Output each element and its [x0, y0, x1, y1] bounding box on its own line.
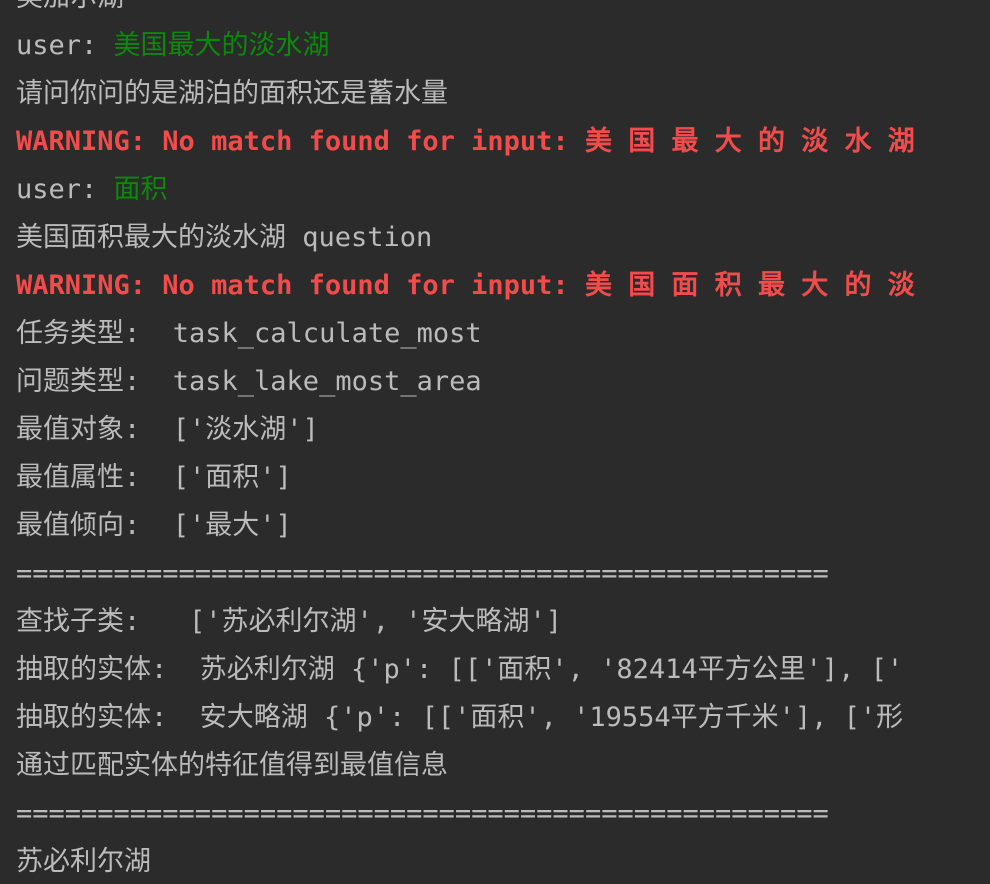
line-text: 美国面积最大的淡水湖 question — [16, 222, 433, 253]
line-text: 任务类型: task_calculate_most — [16, 318, 482, 349]
user-input-text: 面积 — [113, 174, 168, 205]
user-prompt: user: — [16, 30, 114, 61]
console-line-warning: WARNING: No match found for input: 美 国 面… — [16, 262, 990, 310]
console-line-bot-reply: 请问你问的是湖泊的面积还是蓄水量 — [16, 70, 990, 118]
console-line-most-tendency: 最值倾向: ['最大'] — [16, 502, 990, 550]
console-line-question: 美国面积最大的淡水湖 question — [16, 214, 990, 262]
console-line-entity: 抽取的实体: 安大略湖 {'p': [['面积', '19554平方千米'], … — [16, 694, 990, 742]
console-line-separator: ========================================… — [16, 550, 990, 598]
line-text: 问题类型: task_lake_most_area — [16, 366, 482, 397]
console-lines: 美加尔湖 user: 美国最大的淡水湖 请问你问的是湖泊的面积还是蓄水量 WAR… — [16, 0, 990, 884]
line-text: 最值属性: ['面积'] — [16, 462, 292, 493]
line-text: 查找子类: ['苏必利尔湖', '安大略湖'] — [16, 606, 563, 637]
line-text: 最值倾向: ['最大'] — [16, 510, 292, 541]
line-text: 最值对象: ['淡水湖'] — [16, 414, 319, 445]
console-line-separator: ========================================… — [16, 790, 990, 838]
console-line-user-input: user: 美国最大的淡水湖 — [16, 22, 990, 70]
console-line-warning: WARNING: No match found for input: 美 国 最… — [16, 118, 990, 166]
console-line-subclasses: 查找子类: ['苏必利尔湖', '安大略湖'] — [16, 598, 990, 646]
line-text: 请问你问的是湖泊的面积还是蓄水量 — [16, 78, 448, 109]
warning-text: WARNING: No match found for input: 美 国 最… — [16, 126, 915, 157]
user-input-text: 美国最大的淡水湖 — [113, 30, 330, 61]
separator-text: ========================================… — [16, 798, 829, 829]
console-line-most-object: 最值对象: ['淡水湖'] — [16, 406, 990, 454]
console-line-result: 苏必利尔湖 — [16, 838, 990, 884]
console-line-info: 通过匹配实体的特征值得到最值信息 — [16, 742, 990, 790]
result-text: 苏必利尔湖 — [16, 846, 151, 877]
console-line-partial: 美加尔湖 — [16, 0, 990, 22]
console-output[interactable]: 美加尔湖 user: 美国最大的淡水湖 请问你问的是湖泊的面积还是蓄水量 WAR… — [0, 0, 990, 884]
separator-text: ========================================… — [16, 558, 829, 589]
line-text: 通过匹配实体的特征值得到最值信息 — [16, 750, 448, 781]
console-line-entity: 抽取的实体: 苏必利尔湖 {'p': [['面积', '82414平方公里'],… — [16, 646, 990, 694]
line-text: 抽取的实体: 苏必利尔湖 {'p': [['面积', '82414平方公里'],… — [16, 654, 904, 685]
console-line-question-type: 问题类型: task_lake_most_area — [16, 358, 990, 406]
line-text: 抽取的实体: 安大略湖 {'p': [['面积', '19554平方千米'], … — [16, 702, 904, 733]
console-line-user-input: user: 面积 — [16, 166, 990, 214]
console-line-task-type: 任务类型: task_calculate_most — [16, 310, 990, 358]
warning-text: WARNING: No match found for input: 美 国 面… — [16, 270, 915, 301]
user-prompt: user: — [16, 174, 114, 205]
console-line-most-attribute: 最值属性: ['面积'] — [16, 454, 990, 502]
line-text: 美加尔湖 — [16, 0, 124, 13]
